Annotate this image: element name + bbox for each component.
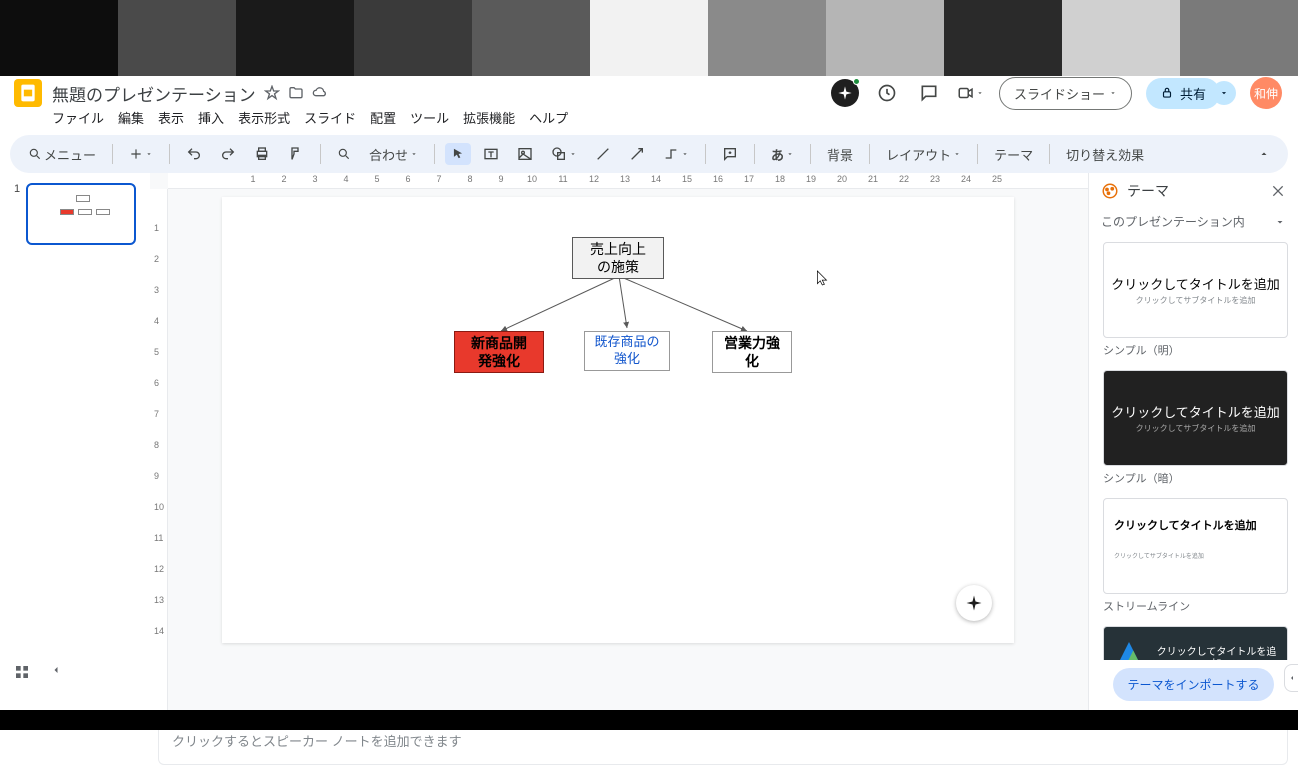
connector-arrow-tool[interactable]: [623, 142, 651, 166]
filmstrip[interactable]: 1: [0, 173, 150, 713]
explore-fab[interactable]: [956, 585, 992, 621]
menu-slide[interactable]: スライド: [298, 106, 362, 129]
cloud-status-icon[interactable]: [312, 85, 328, 101]
zoom-button[interactable]: [331, 143, 357, 165]
meet-icon[interactable]: [957, 79, 985, 107]
collapse-toolbar-icon[interactable]: [1252, 144, 1276, 164]
theme-button[interactable]: テーマ: [988, 141, 1039, 168]
focus-deco-icon: [1112, 642, 1146, 660]
canvas-area: 1234567891011121314151617181920212223242…: [150, 173, 1088, 713]
bottom-letterbox: [0, 710, 1298, 730]
layout-button[interactable]: レイアウト: [880, 141, 967, 168]
slide-canvas[interactable]: 売上向上 の施策 新商品開 発強化 既存商品の 強化 営業力強 化: [222, 197, 1014, 643]
theme-panel-header: テーマ: [1089, 173, 1298, 209]
menu-edit[interactable]: 編集: [112, 106, 150, 129]
theme-card-simple-dark[interactable]: クリックしてタイトルを追加 クリックしてサブタイトルを追加: [1103, 370, 1288, 466]
background-button[interactable]: 背景: [821, 141, 859, 168]
slides-logo[interactable]: [14, 79, 42, 107]
document-header: 無題のプレゼンテーション スライドシ: [0, 76, 1298, 104]
menu-format[interactable]: 表示形式: [232, 106, 296, 129]
close-icon[interactable]: [1270, 183, 1286, 199]
palette-icon: [1101, 182, 1119, 200]
shape-tool[interactable]: [545, 142, 583, 166]
filmstrip-collapse-icon[interactable]: [50, 664, 62, 680]
bottom-controls: [14, 664, 62, 680]
menu-help[interactable]: ヘルプ: [523, 106, 574, 129]
theme-card-simple-light[interactable]: クリックしてタイトルを追加 クリックしてサブタイトルを追加: [1103, 242, 1288, 338]
redo-button[interactable]: [214, 142, 242, 166]
print-button[interactable]: [248, 142, 276, 166]
zoom-fit-button[interactable]: 合わせ: [363, 141, 424, 168]
comments-icon[interactable]: [915, 79, 943, 107]
side-panel-collapse-tab[interactable]: [1284, 664, 1298, 692]
horizontal-ruler: 1234567891011121314151617181920212223242…: [168, 173, 1088, 189]
theme-card-streamline[interactable]: クリックしてタイトルを追加 クリックしてサブタイトルを追加: [1103, 498, 1288, 594]
theme-card-focus[interactable]: クリックしてタイトルを追加: [1103, 626, 1288, 660]
transition-button[interactable]: 切り替え効果: [1060, 141, 1150, 168]
menu-insert[interactable]: 挿入: [192, 106, 230, 129]
star-icon[interactable]: [264, 85, 280, 101]
import-theme-button[interactable]: テーマをインポートする: [1113, 668, 1273, 701]
main-area: 1 12345678910111213141516171819202122232…: [0, 173, 1298, 713]
theme-section-dropdown[interactable]: このプレゼンテーション内: [1089, 209, 1298, 234]
connector-elbow-tool[interactable]: [657, 142, 695, 166]
slideshow-button[interactable]: スライドショー: [999, 77, 1132, 110]
diagram-root-box[interactable]: 売上向上 の施策: [572, 237, 664, 279]
diagram-child3-box[interactable]: 営業力強 化: [712, 331, 792, 373]
slide-number: 1: [14, 183, 20, 195]
menu-tools[interactable]: ツール: [404, 106, 455, 129]
select-tool[interactable]: [445, 143, 471, 165]
diagram-child2-box[interactable]: 既存商品の 強化: [584, 331, 670, 371]
grid-view-icon[interactable]: [14, 664, 30, 680]
account-avatar[interactable]: 和伸: [1250, 77, 1282, 109]
browser-tab-strip: [0, 0, 1298, 76]
search-menus[interactable]: メニュー: [22, 141, 102, 168]
share-dropdown[interactable]: [1212, 81, 1236, 105]
theme-label-stream: ストリームライン: [1103, 598, 1288, 614]
menu-extensions[interactable]: 拡張機能: [457, 106, 521, 129]
menu-arrange[interactable]: 配置: [364, 106, 402, 129]
theme-label-light: シンプル（明）: [1103, 342, 1288, 358]
vertical-ruler: 1234567891011121314: [150, 189, 168, 713]
gemini-icon[interactable]: [831, 79, 859, 107]
move-folder-icon[interactable]: [288, 85, 304, 101]
diagram-child1-box[interactable]: 新商品開 発強化: [454, 331, 544, 373]
slide-thumbnail[interactable]: [26, 183, 136, 245]
menu-file[interactable]: ファイル: [46, 106, 110, 129]
theme-panel-title: テーマ: [1127, 181, 1169, 201]
comment-tool[interactable]: [716, 142, 744, 166]
mouse-cursor-icon: [816, 269, 830, 287]
document-title[interactable]: 無題のプレゼンテーション: [52, 81, 256, 106]
theme-list[interactable]: クリックしてタイトルを追加 クリックしてサブタイトルを追加 シンプル（明） クリ…: [1089, 234, 1298, 660]
new-slide-button[interactable]: [123, 143, 159, 165]
undo-button[interactable]: [180, 142, 208, 166]
textbox-tool[interactable]: [477, 142, 505, 166]
history-icon[interactable]: [873, 79, 901, 107]
theme-label-dark: シンプル（暗）: [1103, 470, 1288, 486]
paint-format-button[interactable]: [282, 142, 310, 166]
input-tool[interactable]: あ: [765, 141, 800, 168]
toolbar: メニュー 合わせ あ 背景 レイアウト テーマ 切り替え効果: [10, 135, 1288, 173]
image-tool[interactable]: [511, 142, 539, 166]
menu-view[interactable]: 表示: [152, 106, 190, 129]
line-tool[interactable]: [589, 142, 617, 166]
share-button[interactable]: 共有: [1146, 78, 1220, 109]
theme-panel: テーマ このプレゼンテーション内 クリックしてタイトルを追加 クリックしてサブタ…: [1088, 173, 1298, 713]
